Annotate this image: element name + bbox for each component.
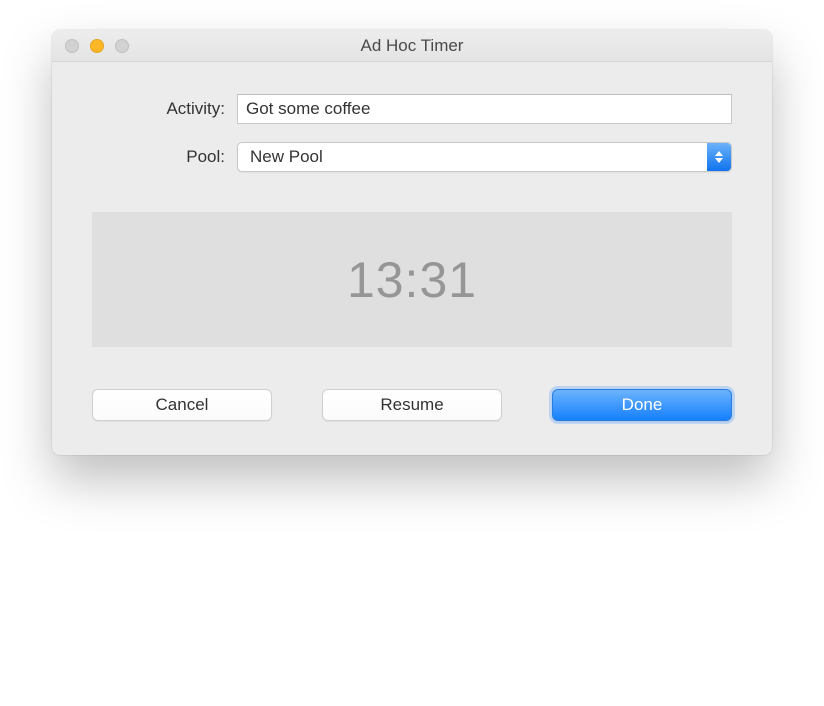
chevron-down-icon [715, 158, 723, 163]
resume-button[interactable]: Resume [322, 389, 502, 421]
done-button[interactable]: Done [552, 389, 732, 421]
pool-row: Pool: New Pool [92, 142, 732, 172]
content-area: Activity: Pool: New Pool 13:31 Cancel Re… [52, 62, 772, 455]
timer-display: 13:31 [92, 212, 732, 347]
zoom-icon[interactable] [115, 39, 129, 53]
traffic-lights [52, 39, 129, 53]
close-icon[interactable] [65, 39, 79, 53]
titlebar: Ad Hoc Timer [52, 30, 772, 62]
pool-label: Pool: [92, 147, 237, 167]
button-row: Cancel Resume Done [92, 389, 732, 421]
pool-select-value: New Pool [238, 147, 323, 167]
minimize-icon[interactable] [90, 39, 104, 53]
chevron-up-icon [715, 151, 723, 156]
cancel-button[interactable]: Cancel [92, 389, 272, 421]
activity-label: Activity: [92, 99, 237, 119]
activity-input[interactable] [237, 94, 732, 124]
window-title: Ad Hoc Timer [52, 36, 772, 56]
select-stepper-icon [707, 143, 731, 171]
pool-select[interactable]: New Pool [237, 142, 732, 172]
activity-row: Activity: [92, 94, 732, 124]
dialog-window: Ad Hoc Timer Activity: Pool: New Pool 13… [52, 30, 772, 455]
